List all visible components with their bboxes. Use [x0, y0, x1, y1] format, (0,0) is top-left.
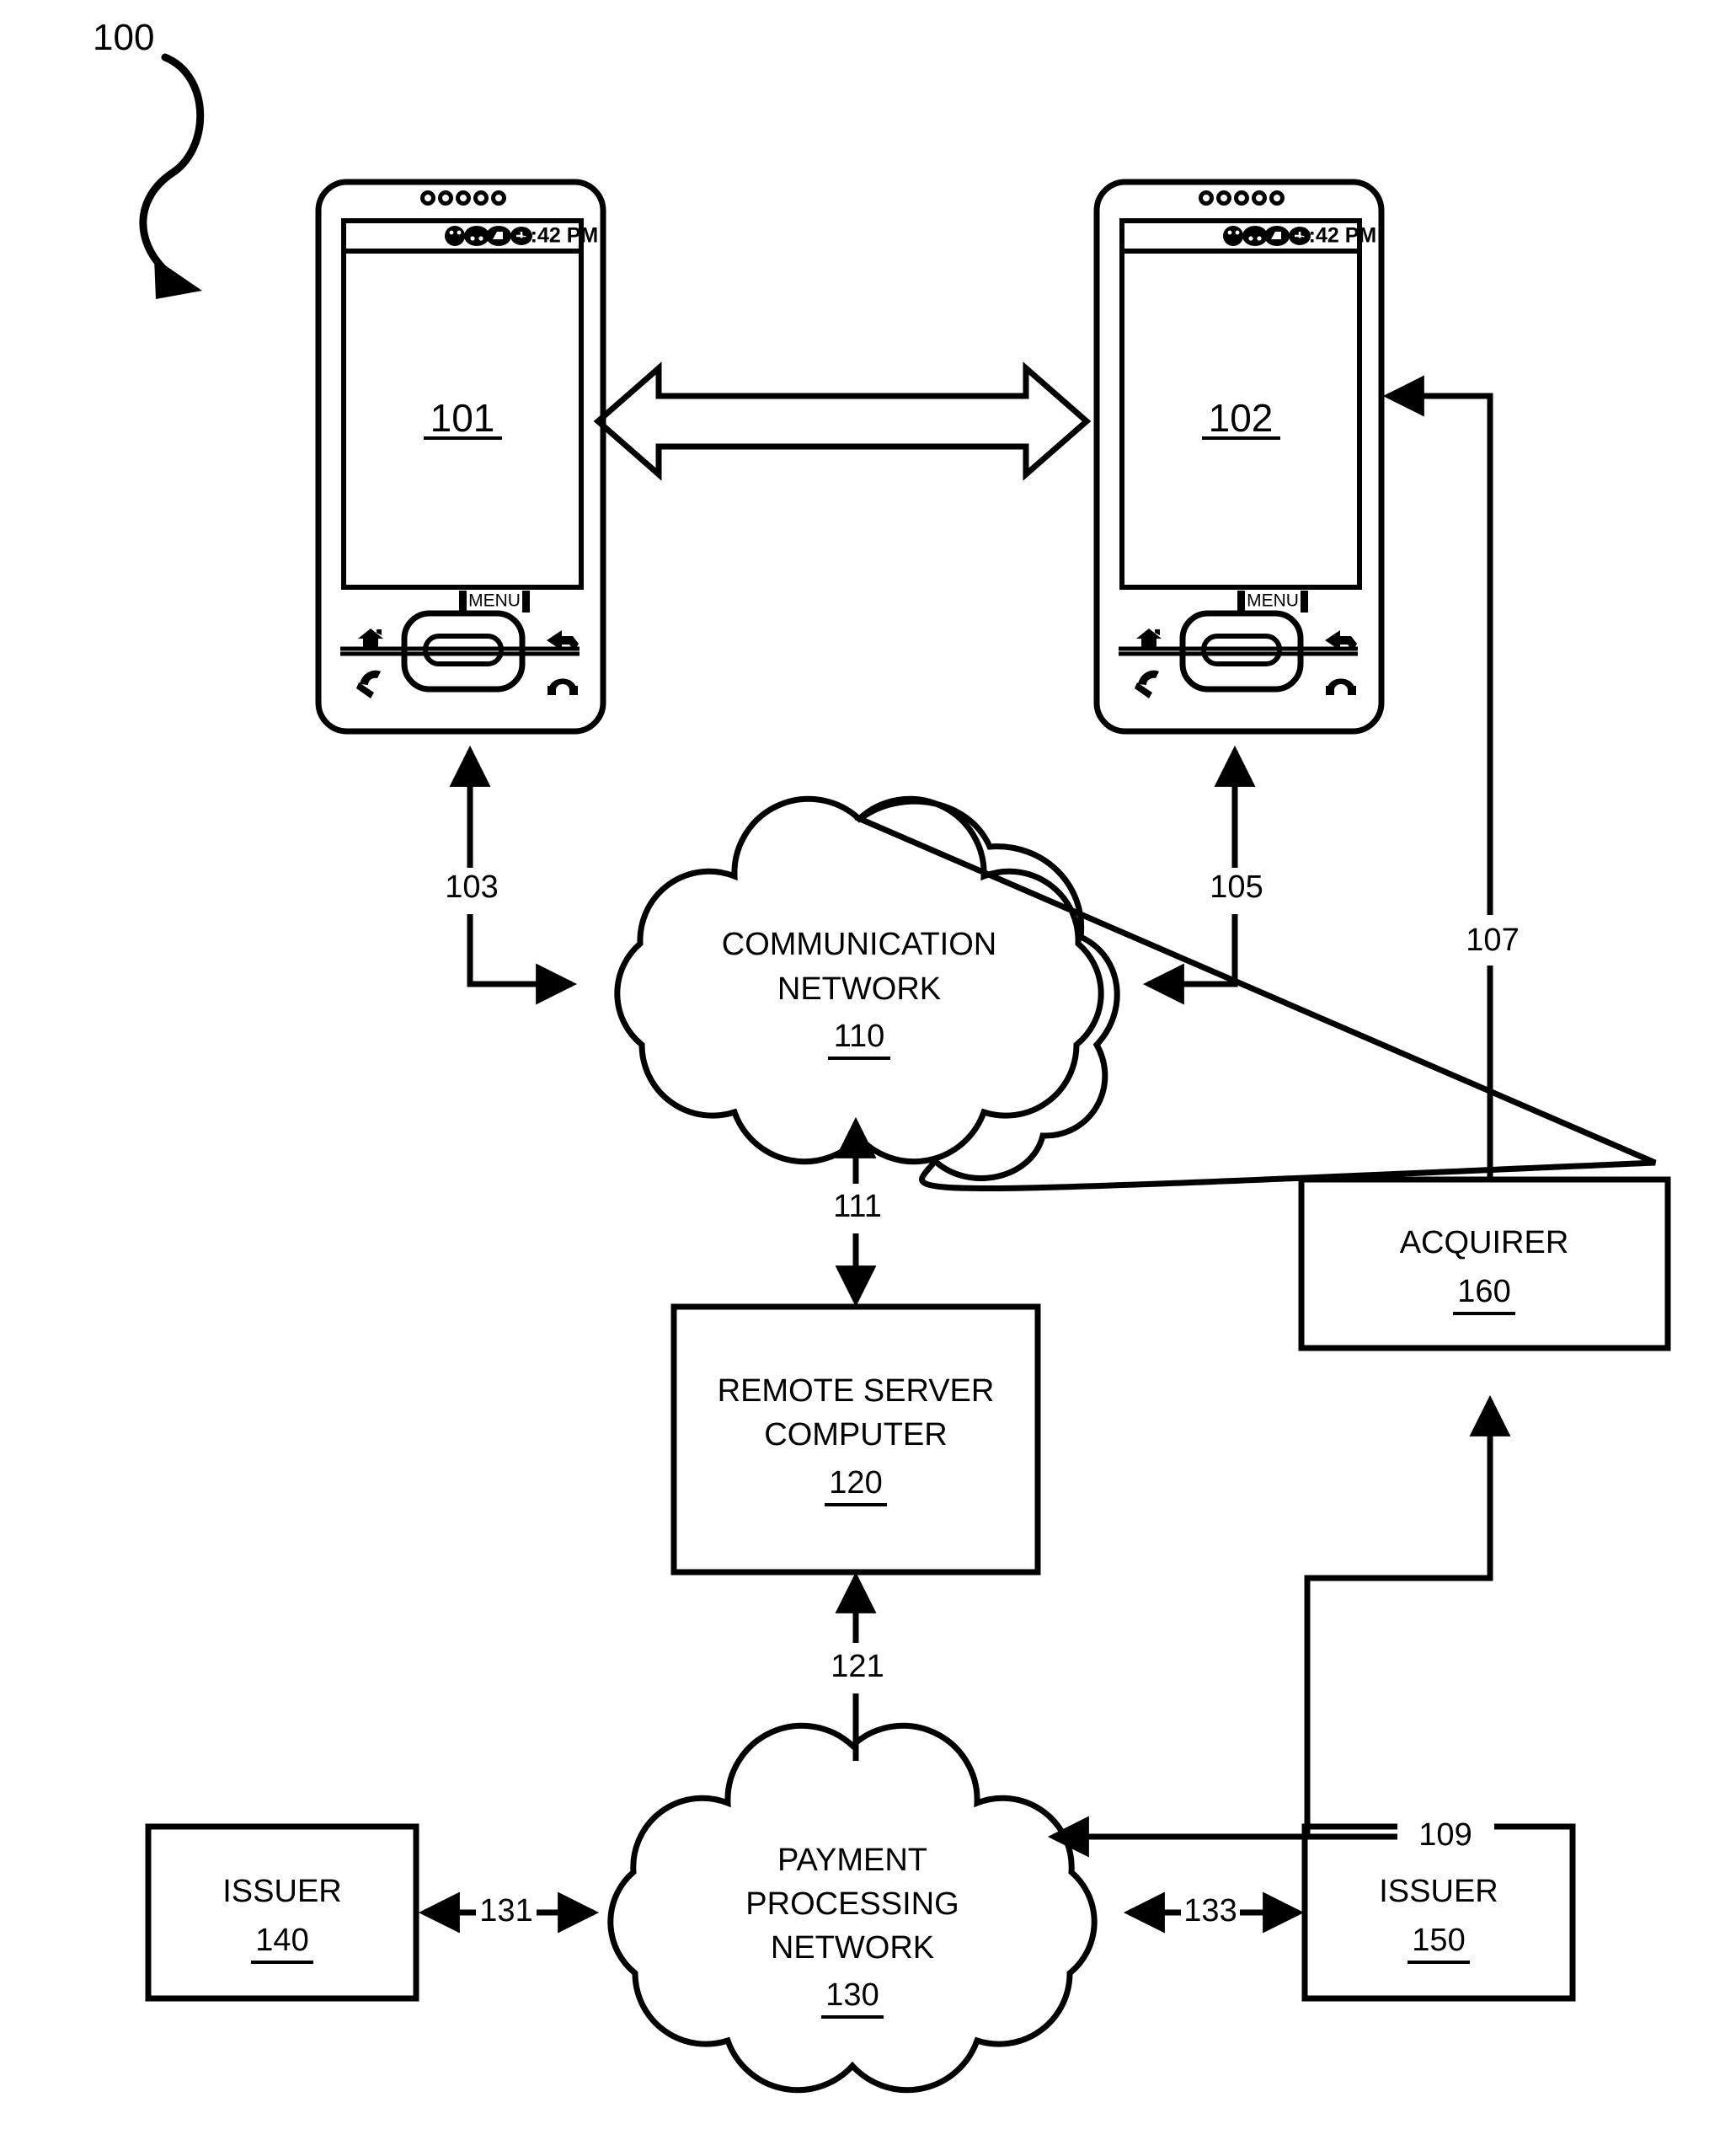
connector-109: 109: [1047, 1394, 1511, 1858]
payment-network-ref: 130: [825, 1977, 879, 2013]
connector-133: 133: [1123, 1891, 1305, 1934]
issuer-150-label: ISSUER: [1379, 1874, 1498, 1909]
payment-processing-network-cloud: PAYMENT PROCESSING NETWORK 130: [607, 1722, 1098, 2094]
home-icon[interactable]: [358, 629, 383, 649]
communication-network-cloud: COMMUNICATION NETWORK 110: [614, 795, 1657, 1191]
device-to-device-arrow: [593, 361, 1092, 481]
remote-server-ref: 120: [829, 1465, 882, 1501]
issuer-140-ref: 140: [255, 1923, 308, 1958]
status-time: 3:42 PM: [1297, 224, 1376, 248]
menu-bar-left: [1237, 591, 1245, 613]
acquirer-label: ACQUIRER: [1400, 1225, 1569, 1260]
connector-109-label: 109: [1418, 1817, 1472, 1853]
diagram-svg: 3:42 PM 101 MENU 3:42 PM 102 MENU COMMUN…: [139, 53, 1671, 2094]
connector-107-label: 107: [1466, 923, 1519, 958]
issuer-140-label: ISSUER: [222, 1874, 341, 1909]
connector-133-label: 133: [1183, 1893, 1237, 1929]
speaker-grille-icon: [420, 190, 506, 206]
connector-107: 107: [1382, 375, 1520, 1177]
communication-network-line1: COMMUNICATION: [722, 927, 997, 962]
mobile-device-left[interactable]: 3:42 PM 101 MENU: [315, 179, 606, 735]
acquirer-ref: 160: [1457, 1274, 1510, 1309]
acquirer-box: ACQUIRER 160: [1298, 1176, 1671, 1351]
end-call-icon[interactable]: [548, 678, 578, 696]
remote-server-line2: COMPUTER: [764, 1417, 947, 1452]
remote-server-line1: REMOTE SERVER: [718, 1373, 995, 1409]
device-screen-ref: 102: [1209, 396, 1274, 440]
dpad-outer: [1179, 610, 1304, 693]
call-icon[interactable]: [1135, 670, 1159, 698]
home-icon[interactable]: [1136, 629, 1162, 649]
connector-131: 131: [418, 1891, 600, 1934]
menu-bar-right: [522, 591, 530, 613]
status-time: 3:42 PM: [519, 224, 598, 248]
system-label: 100: [93, 17, 155, 58]
connector-121-label: 121: [831, 1649, 884, 1684]
menu-bar-right: [1301, 591, 1308, 613]
device-screen-ref: 101: [430, 396, 495, 440]
issuer-140-rect: [145, 1823, 419, 2002]
menu-label: MENU: [1247, 591, 1299, 611]
figure-callout: [139, 53, 205, 299]
connector-111-label: 111: [833, 1189, 882, 1224]
menu-bar-left: [459, 591, 467, 613]
connector-103: 103: [445, 745, 578, 1005]
communication-network-ref: 110: [834, 1019, 885, 1054]
menu-label: MENU: [468, 591, 521, 611]
acquirer-rect: [1298, 1176, 1671, 1351]
payment-network-line2: PROCESSING: [745, 1886, 959, 1922]
dpad-outer: [401, 610, 526, 693]
connector-103-label: 103: [445, 869, 498, 905]
issuer-140-box: ISSUER 140: [145, 1823, 419, 2002]
payment-network-line1: PAYMENT: [777, 1843, 927, 1878]
payment-network-line3: NETWORK: [771, 1930, 934, 1966]
connector-131-label: 131: [479, 1893, 532, 1929]
diagram-canvas: 3:42 PM 101 MENU 3:42 PM 102 MENU COMMUN…: [0, 0, 1720, 2156]
end-call-icon[interactable]: [1326, 678, 1356, 696]
connector-105-label: 105: [1210, 869, 1263, 905]
issuer-150-ref: 150: [1412, 1923, 1465, 1958]
mobile-device-right[interactable]: 3:42 PM 102 MENU: [1093, 179, 1385, 735]
call-icon[interactable]: [356, 670, 381, 698]
remote-server-computer-box: REMOTE SERVER COMPUTER 120: [670, 1303, 1041, 1576]
speaker-grille-icon: [1199, 190, 1285, 206]
communication-network-line2: NETWORK: [777, 971, 941, 1007]
